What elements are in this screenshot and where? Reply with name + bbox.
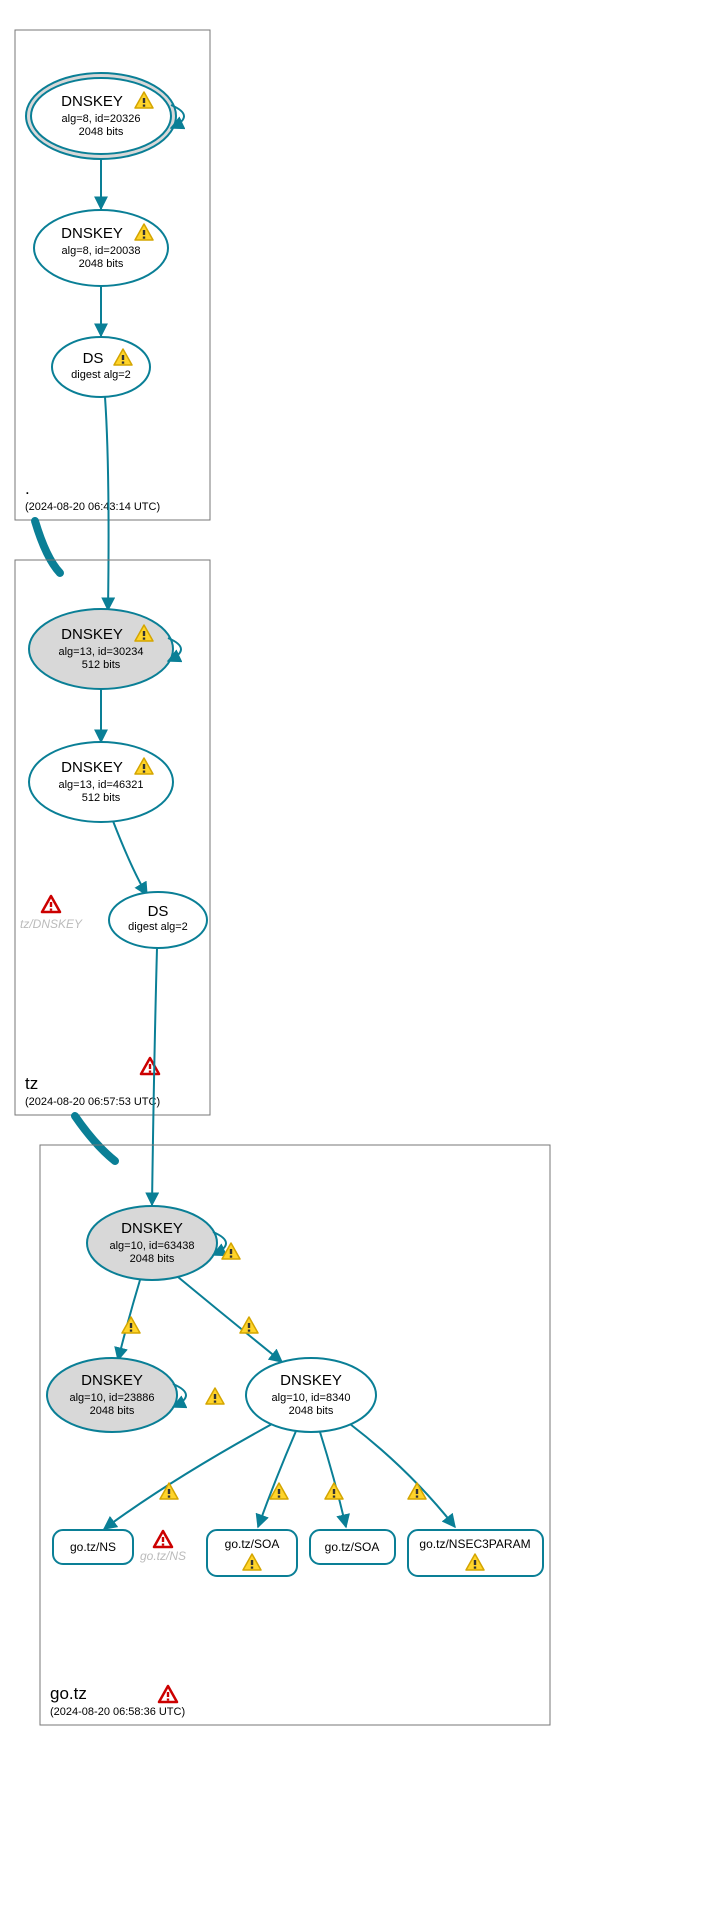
edge-root-tz-thick bbox=[35, 521, 60, 573]
warning-icon bbox=[160, 1483, 178, 1499]
node-tz-zsk[interactable]: DNSKEY alg=13, id=46321 512 bits bbox=[29, 742, 173, 822]
zone-tz-name: tz bbox=[25, 1074, 38, 1093]
svg-text:DS: DS bbox=[83, 350, 104, 367]
svg-text:alg=13, id=30234: alg=13, id=30234 bbox=[58, 646, 143, 658]
error-icon bbox=[141, 1058, 159, 1074]
edge-go-zsk-nsec bbox=[350, 1424, 455, 1527]
svg-text:DNSKEY: DNSKEY bbox=[81, 1372, 143, 1389]
svg-text:2048 bits: 2048 bits bbox=[90, 1405, 135, 1417]
edge-tz-ds-go-ksk bbox=[152, 948, 157, 1205]
zone-root-name: . bbox=[25, 479, 30, 498]
svg-text:2048 bits: 2048 bits bbox=[79, 126, 124, 138]
error-icon bbox=[42, 896, 60, 912]
zone-gotz-ts: (2024-08-20 06:58:36 UTC) bbox=[50, 1706, 185, 1718]
error-icon bbox=[159, 1686, 177, 1702]
node-root-ds[interactable]: DS digest alg=2 bbox=[52, 337, 150, 397]
svg-text:alg=10, id=23886: alg=10, id=23886 bbox=[69, 1392, 154, 1404]
node-tz-ds[interactable]: DS digest alg=2 bbox=[109, 892, 207, 948]
edge-go-zsk-soa2 bbox=[320, 1432, 346, 1527]
svg-text:digest alg=2: digest alg=2 bbox=[71, 369, 131, 381]
warning-icon bbox=[325, 1483, 343, 1499]
zone-gotz-name: go.tz bbox=[50, 1684, 87, 1703]
node-tz-ksk[interactable]: DNSKEY alg=13, id=30234 512 bits bbox=[29, 609, 173, 689]
svg-text:go.tz/NSEC3PARAM: go.tz/NSEC3PARAM bbox=[419, 1537, 530, 1551]
svg-text:DNSKEY: DNSKEY bbox=[61, 93, 123, 110]
warning-icon bbox=[122, 1317, 140, 1333]
node-root-zsk[interactable]: DNSKEY alg=8, id=20038 2048 bits bbox=[34, 210, 168, 286]
svg-text:alg=13, id=46321: alg=13, id=46321 bbox=[58, 779, 143, 791]
svg-text:DNSKEY: DNSKEY bbox=[61, 225, 123, 242]
node-root-ksk[interactable]: DNSKEY alg=8, id=20326 2048 bits bbox=[26, 73, 176, 159]
edge-go-zsk-ns bbox=[104, 1424, 272, 1529]
node-go-soa1[interactable]: go.tz/SOA bbox=[207, 1530, 297, 1576]
svg-text:2048 bits: 2048 bits bbox=[289, 1405, 334, 1417]
svg-text:2048 bits: 2048 bits bbox=[130, 1253, 175, 1265]
svg-text:alg=8, id=20326: alg=8, id=20326 bbox=[62, 113, 141, 125]
node-go-ns[interactable]: go.tz/NS bbox=[53, 1530, 133, 1564]
svg-text:DNSKEY: DNSKEY bbox=[61, 759, 123, 776]
node-go-soa2[interactable]: go.tz/SOA bbox=[310, 1530, 395, 1564]
node-go-ksk[interactable]: DNSKEY alg=10, id=63438 2048 bits bbox=[87, 1206, 217, 1280]
svg-text:go.tz/SOA: go.tz/SOA bbox=[325, 1540, 380, 1554]
svg-text:alg=10, id=63438: alg=10, id=63438 bbox=[109, 1240, 194, 1252]
svg-text:DNSKEY: DNSKEY bbox=[280, 1372, 342, 1389]
svg-text:512 bits: 512 bits bbox=[82, 792, 121, 804]
warning-icon bbox=[206, 1388, 224, 1404]
svg-text:alg=8, id=20038: alg=8, id=20038 bbox=[62, 245, 141, 257]
node-go-zsk2[interactable]: DNSKEY alg=10, id=23886 2048 bits bbox=[47, 1358, 177, 1432]
zone-tz-ts: (2024-08-20 06:57:53 UTC) bbox=[25, 1096, 160, 1108]
edge-go-zsk-soa1 bbox=[258, 1431, 296, 1527]
svg-text:DNSKEY: DNSKEY bbox=[121, 1220, 183, 1237]
error-icon bbox=[154, 1531, 172, 1547]
svg-text:DNSKEY: DNSKEY bbox=[61, 626, 123, 643]
zone-root-ts: (2024-08-20 06:43:14 UTC) bbox=[25, 501, 160, 513]
svg-text:go.tz/NS: go.tz/NS bbox=[70, 1540, 116, 1554]
node-tz-ghost: tz/DNSKEY bbox=[20, 917, 83, 931]
svg-text:go.tz/SOA: go.tz/SOA bbox=[225, 1537, 280, 1551]
edge-tz-zsk-ds bbox=[113, 821, 147, 895]
warning-icon bbox=[240, 1317, 258, 1333]
edge-go-ksk-zsk bbox=[178, 1277, 282, 1362]
edge-tz-gotz-thick bbox=[75, 1116, 115, 1161]
svg-text:alg=10, id=8340: alg=10, id=8340 bbox=[272, 1392, 351, 1404]
svg-text:512 bits: 512 bits bbox=[82, 659, 121, 671]
node-go-zsk[interactable]: DNSKEY alg=10, id=8340 2048 bits bbox=[246, 1358, 376, 1432]
node-go-ns-ghost: go.tz/NS bbox=[140, 1549, 186, 1563]
node-go-nsec[interactable]: go.tz/NSEC3PARAM bbox=[408, 1530, 543, 1576]
svg-text:digest alg=2: digest alg=2 bbox=[128, 921, 188, 933]
svg-text:DS: DS bbox=[148, 903, 169, 920]
svg-text:2048 bits: 2048 bits bbox=[79, 258, 124, 270]
